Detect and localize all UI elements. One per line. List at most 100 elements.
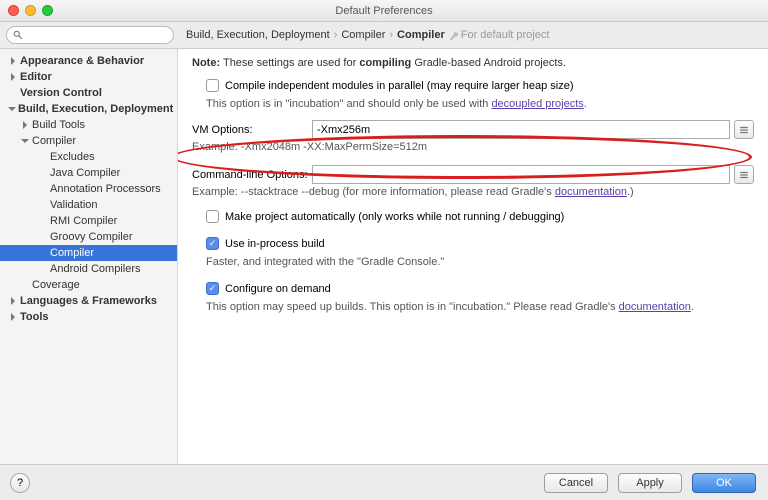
inproc-hint: Faster, and integrated with the "Gradle … — [206, 256, 754, 268]
cli-options-input[interactable] — [312, 165, 730, 184]
sidebar-item-label: Appearance & Behavior — [20, 55, 144, 67]
breadcrumb-separator: › — [389, 29, 393, 41]
auto-make-row: Make project automatically (only works w… — [206, 210, 754, 223]
compile-parallel-row: Compile independent modules in parallel … — [206, 79, 754, 92]
tree-spacer — [38, 152, 48, 162]
auto-make-label: Make project automatically (only works w… — [225, 211, 564, 223]
tree-spacer — [38, 248, 48, 258]
window-title: Default Preferences — [0, 5, 768, 17]
sidebar-item-coverage[interactable]: Coverage — [0, 277, 177, 293]
chevron-right-icon — [8, 296, 18, 306]
ok-button[interactable]: OK — [692, 473, 756, 493]
tree-spacer — [38, 168, 48, 178]
breadcrumb: Build, Execution, Deployment › Compiler … — [174, 29, 762, 41]
sidebar-item-label: Compiler — [32, 135, 76, 147]
settings-note: Note: These settings are used for compil… — [192, 57, 754, 69]
sidebar-item-label: Editor — [20, 71, 52, 83]
decoupled-projects-link[interactable]: decoupled projects — [491, 98, 583, 110]
history-icon — [739, 125, 749, 135]
inproc-label: Use in-process build — [225, 238, 325, 250]
sidebar: Appearance & Behavior Editor Version Contr… — [0, 49, 178, 464]
search-icon — [13, 30, 23, 40]
auto-make-checkbox[interactable] — [206, 210, 219, 223]
sidebar-item-build-tools[interactable]: Build Tools — [0, 117, 177, 133]
sidebar-item-android-compilers[interactable]: Android Compilers — [0, 261, 177, 277]
sidebar-item-rmi-compiler[interactable]: RMI Compiler — [0, 213, 177, 229]
chevron-right-icon — [8, 72, 18, 82]
sidebar-item-label: Build Tools — [32, 119, 85, 131]
config-demand-label: Configure on demand — [225, 283, 331, 295]
sidebar-item-validation[interactable]: Validation — [0, 197, 177, 213]
tree-spacer — [20, 280, 30, 290]
sidebar-item-label: Annotation Processors — [50, 183, 161, 195]
config-demand-row: Configure on demand — [206, 282, 754, 295]
sidebar-item-java-compiler[interactable]: Java Compiler — [0, 165, 177, 181]
config-demand-hint: This option may speed up builds. This op… — [206, 301, 754, 313]
incubation-hint: This option is in "incubation" and shoul… — [206, 98, 754, 110]
sidebar-item-label: Groovy Compiler — [50, 231, 133, 243]
sidebar-item-label: Version Control — [20, 87, 102, 99]
tree-spacer — [38, 216, 48, 226]
breadcrumb-part: Compiler — [341, 29, 385, 41]
sidebar-item-label: Android Compilers — [50, 263, 140, 275]
sidebar-item-label: Validation — [50, 199, 98, 211]
vm-options-row: VM Options: — [192, 120, 754, 139]
breadcrumb-hint: For default project — [449, 29, 550, 41]
inproc-row: Use in-process build — [206, 237, 754, 250]
chevron-down-icon — [20, 136, 30, 146]
search-input[interactable] — [6, 26, 174, 44]
compile-parallel-label: Compile independent modules in parallel … — [225, 80, 574, 92]
config-demand-checkbox[interactable] — [206, 282, 219, 295]
vm-options-example: Example: -Xmx2048m -XX:MaxPermSize=512m — [192, 141, 754, 153]
sidebar-item-groovy-compiler[interactable]: Groovy Compiler — [0, 229, 177, 245]
sidebar-item-label: Java Compiler — [50, 167, 120, 179]
sidebar-item-label: RMI Compiler — [50, 215, 117, 227]
cli-options-label: Command-line Options: — [192, 169, 312, 181]
sidebar-item-compiler[interactable]: Compiler — [0, 133, 177, 149]
sidebar-item-build-execution-deployment[interactable]: Build, Execution, Deployment — [0, 101, 177, 117]
wrench-icon — [449, 31, 458, 40]
tree-spacer — [8, 88, 18, 98]
main-area: Appearance & Behavior Editor Version Contr… — [0, 48, 768, 464]
gradle-doc-link[interactable]: documentation — [555, 186, 627, 198]
cancel-button[interactable]: Cancel — [544, 473, 608, 493]
breadcrumb-part: Build, Execution, Deployment — [186, 29, 330, 41]
sidebar-item-label: Tools — [20, 311, 49, 323]
chevron-down-icon — [8, 104, 16, 114]
settings-tree: Appearance & Behavior Editor Version Contr… — [0, 49, 177, 329]
compile-parallel-checkbox[interactable] — [206, 79, 219, 92]
chevron-right-icon — [8, 312, 18, 322]
sidebar-item-appearance-behavior[interactable]: Appearance & Behavior — [0, 53, 177, 69]
breadcrumb-current: Compiler — [397, 29, 445, 41]
top-row: Build, Execution, Deployment › Compiler … — [0, 22, 768, 48]
vm-options-label: VM Options: — [192, 124, 312, 136]
chevron-right-icon — [20, 120, 30, 130]
help-button[interactable]: ? — [10, 473, 30, 493]
breadcrumb-separator: › — [334, 29, 338, 41]
vm-options-history-button[interactable] — [734, 120, 754, 139]
sidebar-item-languages-frameworks[interactable]: Languages & Frameworks — [0, 293, 177, 309]
titlebar: Default Preferences — [0, 0, 768, 22]
tree-spacer — [38, 232, 48, 242]
gradle-doc-link-2[interactable]: documentation — [619, 301, 691, 313]
sidebar-item-excludes[interactable]: Excludes — [0, 149, 177, 165]
apply-button[interactable]: Apply — [618, 473, 682, 493]
sidebar-item-version-control[interactable]: Version Control — [0, 85, 177, 101]
sidebar-item-tools[interactable]: Tools — [0, 309, 177, 325]
sidebar-item-label: Build, Execution, Deployment — [18, 103, 173, 115]
sidebar-item-label: Coverage — [32, 279, 80, 291]
inproc-checkbox[interactable] — [206, 237, 219, 250]
tree-spacer — [38, 264, 48, 274]
cli-options-example: Example: --stacktrace --debug (for more … — [192, 186, 754, 198]
sidebar-item-label: Excludes — [50, 151, 95, 163]
tree-spacer — [38, 184, 48, 194]
cli-options-history-button[interactable] — [734, 165, 754, 184]
vm-options-input[interactable] — [312, 120, 730, 139]
sidebar-item-annotation-processors[interactable]: Annotation Processors — [0, 181, 177, 197]
cli-options-row: Command-line Options: — [192, 165, 754, 184]
sidebar-item-compiler[interactable]: Compiler — [0, 245, 177, 261]
dialog-footer: ? Cancel Apply OK — [0, 464, 768, 500]
sidebar-item-editor[interactable]: Editor — [0, 69, 177, 85]
sidebar-item-label: Languages & Frameworks — [20, 295, 157, 307]
tree-spacer — [38, 200, 48, 210]
